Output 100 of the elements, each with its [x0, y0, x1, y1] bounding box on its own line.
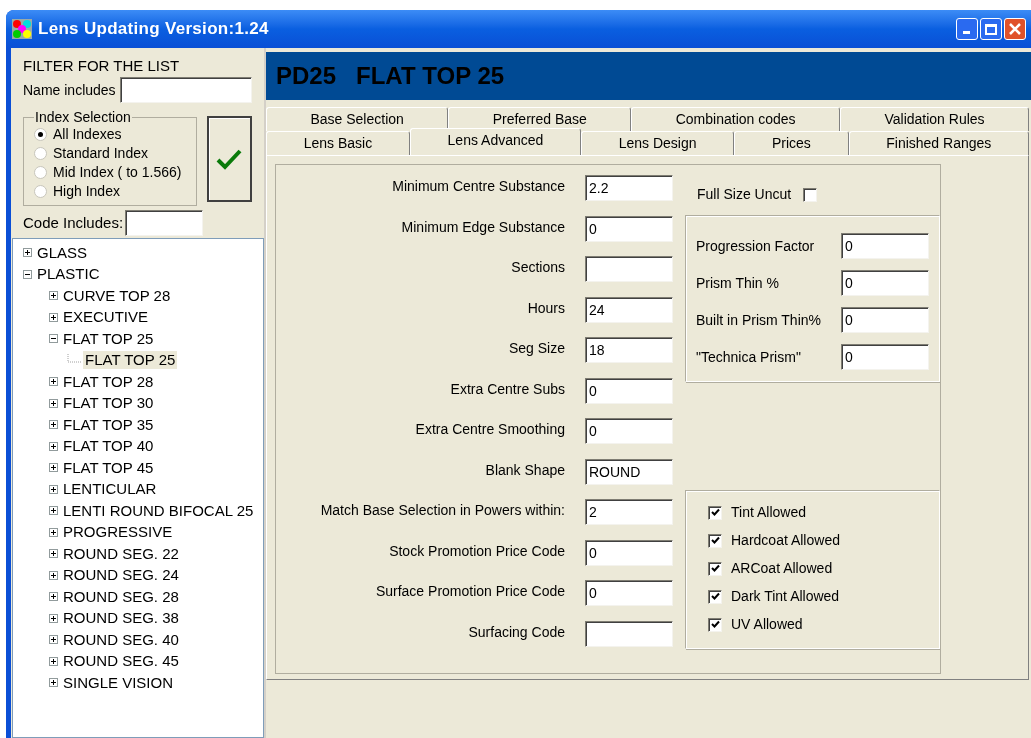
expand-icon[interactable]	[49, 441, 58, 451]
radio-button[interactable]	[34, 128, 47, 141]
expand-icon[interactable]	[49, 635, 58, 645]
text-field[interactable]: 0	[585, 539, 673, 566]
expand-icon[interactable]	[49, 506, 58, 516]
expand-icon[interactable]	[49, 291, 58, 301]
expand-icon[interactable]	[49, 592, 58, 602]
expand-icon[interactable]	[49, 463, 58, 473]
tab[interactable]: Lens Design	[581, 131, 735, 155]
tree-item[interactable]: FLAT TOP 28	[61, 372, 156, 391]
field-label: Progression Factor	[696, 236, 816, 256]
tab[interactable]: Lens Advanced	[409, 128, 581, 155]
tree-item[interactable]: GLASS	[35, 243, 90, 262]
code-label: Code Includes:	[23, 212, 124, 233]
tree-item[interactable]: CURVE TOP 28	[61, 286, 173, 305]
tab[interactable]: Combination codes	[631, 107, 840, 131]
expand-icon[interactable]	[49, 656, 58, 666]
checkbox-label: ARCoat Allowed	[731, 559, 833, 578]
tree-item[interactable]: ROUND SEG. 38	[61, 609, 181, 628]
expand-icon[interactable]	[49, 420, 58, 430]
expand-icon[interactable]	[49, 398, 58, 408]
group-legend: Index Selection	[34, 109, 132, 125]
header-title: PD25 FLAT TOP 25	[276, 61, 505, 91]
radio-label: Standard Index	[53, 144, 148, 163]
tab[interactable]: Finished Ranges	[848, 131, 1029, 155]
tab[interactable]: Base Selection	[266, 107, 449, 131]
maximize-button[interactable]	[980, 18, 1002, 40]
expand-icon[interactable]	[49, 527, 58, 537]
text-field[interactable]	[125, 210, 204, 236]
expand-icon[interactable]	[49, 377, 58, 387]
expand-icon[interactable]	[49, 678, 58, 688]
tree-item[interactable]: ROUND SEG. 45	[61, 652, 181, 671]
app-icon	[12, 19, 32, 39]
checkbox-label: UV Allowed	[731, 615, 803, 634]
field-label: Stock Promotion Price Code	[389, 541, 565, 561]
tree-item[interactable]: FLAT TOP 35	[61, 415, 156, 434]
collapse-icon[interactable]	[23, 269, 32, 279]
collapse-icon[interactable]	[49, 334, 58, 344]
text-field[interactable]: ROUND	[585, 458, 673, 485]
text-field[interactable]: 0	[585, 377, 673, 404]
checkbox[interactable]	[708, 617, 722, 632]
text-field[interactable]: 2.2	[585, 175, 673, 201]
expand-icon[interactable]	[49, 613, 58, 623]
expand-icon[interactable]	[49, 484, 58, 494]
expand-icon[interactable]	[49, 570, 58, 580]
minimize-button[interactable]	[956, 18, 978, 40]
apply-button[interactable]	[206, 116, 252, 202]
close-button[interactable]	[1004, 18, 1026, 40]
checkbox[interactable]	[708, 561, 722, 576]
checkmark-icon	[710, 592, 720, 601]
tab[interactable]: Prices	[734, 131, 849, 155]
tree-item[interactable]: ROUND SEG. 40	[61, 630, 181, 649]
text-field[interactable]: 0	[841, 270, 929, 296]
text-field[interactable]: 18	[585, 337, 673, 363]
radio-button[interactable]	[34, 147, 47, 160]
text-field[interactable]: 2	[585, 499, 673, 525]
tree-item[interactable]: FLAT TOP 45	[61, 458, 156, 477]
tree-item[interactable]: ROUND SEG. 28	[61, 587, 181, 606]
close-icon	[1009, 23, 1021, 35]
tree-item[interactable]: FLAT TOP 25	[83, 351, 178, 370]
checkbox[interactable]	[708, 533, 722, 548]
text-field[interactable]: 0	[585, 418, 673, 444]
text-field[interactable]	[585, 620, 673, 647]
field-label: Minimum Centre Substance	[392, 177, 565, 196]
expand-icon[interactable]	[49, 312, 58, 322]
expand-icon[interactable]	[23, 248, 32, 258]
field-label: Extra Centre Subs	[450, 379, 565, 399]
checkbox[interactable]	[708, 589, 722, 604]
tree-item[interactable]: FLAT TOP 40	[61, 437, 156, 456]
tree-item[interactable]: FLAT TOP 25	[61, 329, 156, 348]
tree-item[interactable]: PLASTIC	[35, 265, 102, 284]
tree-item[interactable]: EXECUTIVE	[61, 308, 151, 327]
text-field[interactable]	[585, 256, 673, 282]
checkbox-label: Full Size Uncut	[697, 185, 792, 204]
tree-item[interactable]: FLAT TOP 30	[61, 394, 156, 413]
radio-button[interactable]	[34, 166, 47, 179]
text-field[interactable]: 0	[841, 307, 929, 333]
tree-item[interactable]: ROUND SEG. 22	[61, 544, 181, 563]
text-field[interactable]: 0	[585, 215, 673, 242]
tree-item[interactable]: LENTI ROUND BIFOCAL 25	[61, 501, 256, 520]
checkbox[interactable]	[803, 187, 818, 202]
tab[interactable]: Validation Rules	[840, 107, 1029, 131]
tab[interactable]: Preferred Base	[448, 107, 632, 131]
text-field[interactable]	[119, 77, 252, 103]
text-field[interactable]: 0	[841, 344, 929, 370]
tree-item[interactable]: LENTICULAR	[61, 480, 159, 499]
tree-item[interactable]: ROUND SEG. 24	[61, 566, 181, 585]
name-label: Name includes	[23, 80, 116, 100]
tab[interactable]: Lens Basic	[266, 131, 410, 155]
field-label: Minimum Edge Substance	[401, 217, 565, 237]
text-field[interactable]: 24	[585, 296, 673, 323]
tree-item[interactable]: SINGLE VISION	[61, 673, 176, 692]
text-field[interactable]: 0	[585, 580, 673, 606]
text-field[interactable]: 0	[841, 233, 929, 259]
field-label: Surfacing Code	[468, 622, 565, 642]
expand-icon[interactable]	[49, 549, 58, 559]
radio-button[interactable]	[34, 185, 47, 198]
field-label: Sections	[511, 258, 565, 277]
checkbox[interactable]	[708, 505, 722, 520]
tree-item[interactable]: PROGRESSIVE	[61, 523, 175, 542]
